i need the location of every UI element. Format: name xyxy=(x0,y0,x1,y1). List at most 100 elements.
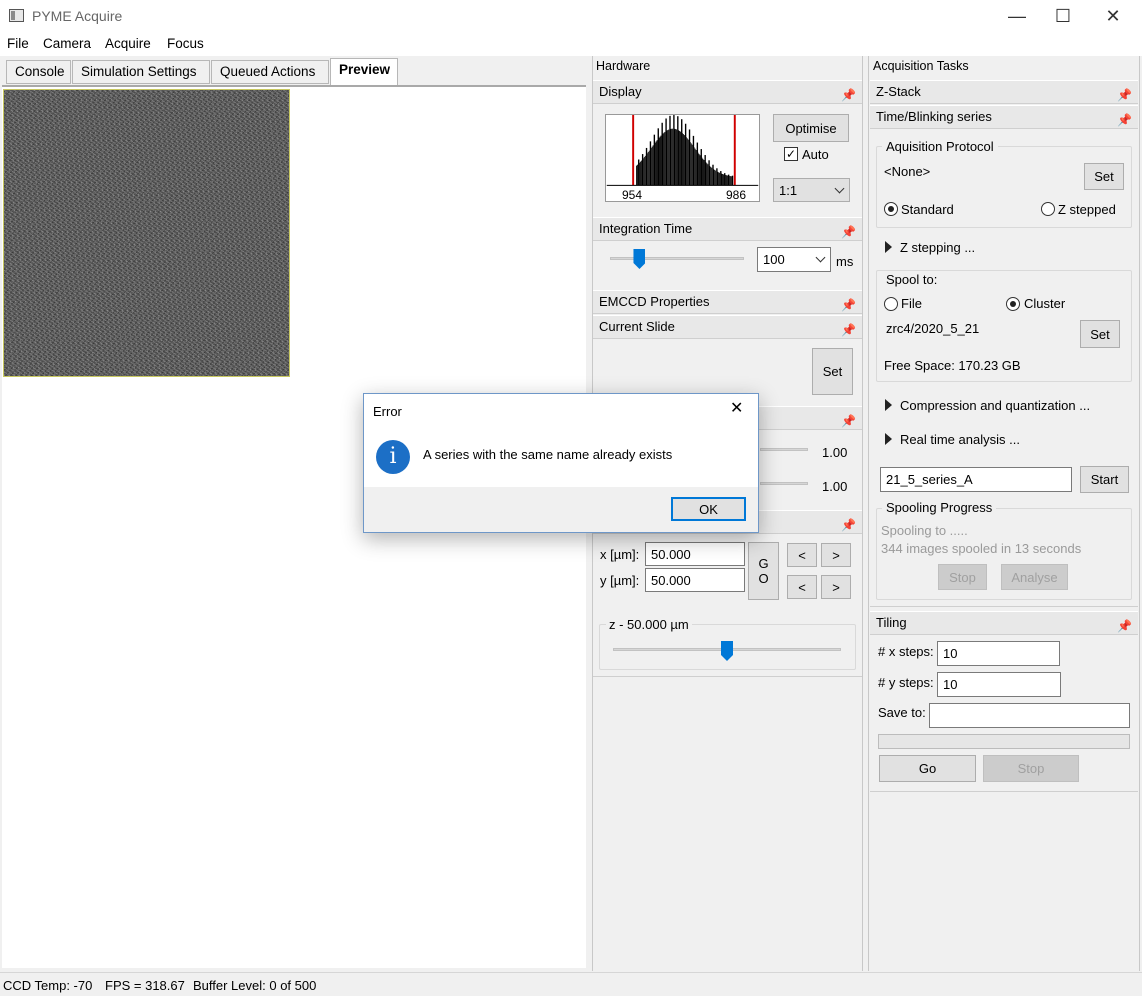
histogram-bar xyxy=(651,146,653,186)
histogram-bar xyxy=(690,143,692,186)
display-panel-header[interactable]: Display 📌 xyxy=(593,80,862,104)
integration-panel-header[interactable]: Integration Time 📌 xyxy=(593,217,862,241)
realtime-analysis-expander[interactable]: Real time analysis ... xyxy=(900,432,1020,447)
analyse-button[interactable]: Analyse xyxy=(1001,564,1068,590)
histogram-bar xyxy=(725,175,727,186)
go-position-button[interactable]: G O xyxy=(748,542,779,600)
histogram-bar xyxy=(667,130,669,186)
menu-file[interactable]: File xyxy=(7,36,29,51)
pin-icon[interactable]: 📌 xyxy=(841,221,856,243)
histogram-bar xyxy=(678,130,679,186)
dialog-close-icon[interactable]: ✕ xyxy=(730,398,743,418)
histogram-bar xyxy=(668,129,670,186)
series-name-input[interactable]: 21_5_series_A xyxy=(880,467,1072,492)
expand-triangle-icon[interactable] xyxy=(885,399,892,411)
buffer-level-status: Buffer Level: 0 of 500 xyxy=(193,978,317,993)
slide-set-button[interactable]: Set xyxy=(812,348,853,395)
histogram-bar xyxy=(652,145,654,186)
error-dialog: Error ✕ i A series with the same name al… xyxy=(363,393,759,533)
z-stepping-expander[interactable]: Z stepping ... xyxy=(900,240,975,255)
standard-radio[interactable] xyxy=(884,202,898,216)
x-decrement-button[interactable]: < xyxy=(787,543,817,567)
hidden-slider-2[interactable] xyxy=(760,482,808,485)
maximize-button[interactable]: ☐ xyxy=(1040,0,1086,32)
histogram-bar xyxy=(725,174,726,186)
histogram-bar xyxy=(706,163,708,186)
pin-icon[interactable]: 📌 xyxy=(841,514,856,536)
start-button[interactable]: Start xyxy=(1080,466,1129,493)
tiling-stop-button[interactable]: Stop xyxy=(983,755,1079,782)
auto-checkbox[interactable]: ✓ xyxy=(784,147,798,161)
expand-triangle-icon[interactable] xyxy=(885,433,892,445)
emccd-panel-header[interactable]: EMCCD Properties 📌 xyxy=(593,290,862,314)
tiling-panel-header[interactable]: Tiling 📌 xyxy=(870,611,1138,635)
histogram-bar xyxy=(659,136,661,186)
histogram-bar xyxy=(675,129,677,186)
y-steps-input[interactable]: 10 xyxy=(937,672,1061,697)
histogram-bar xyxy=(705,162,707,186)
menu-camera[interactable]: Camera xyxy=(43,36,91,51)
tab-preview[interactable]: Preview xyxy=(330,58,398,85)
minimize-button[interactable]: — xyxy=(994,0,1040,32)
menu-focus[interactable]: Focus xyxy=(167,36,204,51)
close-button[interactable]: ✕ xyxy=(1090,0,1136,32)
optimise-button[interactable]: Optimise xyxy=(773,114,849,142)
histogram-bar xyxy=(644,155,646,186)
zstack-panel-header[interactable]: Z-Stack 📌 xyxy=(870,80,1138,104)
histogram-bar xyxy=(710,166,712,186)
histogram-bar xyxy=(728,175,730,186)
pin-icon[interactable]: 📌 xyxy=(1117,109,1132,131)
y-increment-button[interactable]: > xyxy=(821,575,851,599)
pin-icon[interactable]: 📌 xyxy=(841,84,856,106)
tab-console[interactable]: Console xyxy=(6,60,71,84)
ok-button[interactable]: OK xyxy=(671,497,746,521)
app-icon xyxy=(9,9,24,22)
camera-preview-image[interactable] xyxy=(3,89,290,377)
tiling-go-button[interactable]: Go xyxy=(879,755,976,782)
info-icon: i xyxy=(376,440,410,474)
pin-icon[interactable]: 📌 xyxy=(1117,84,1132,106)
histogram-bar xyxy=(637,164,638,186)
dialog-title: Error xyxy=(373,404,402,419)
save-to-input[interactable] xyxy=(929,703,1130,728)
x-increment-button[interactable]: > xyxy=(821,543,851,567)
histogram-bar xyxy=(729,176,731,186)
cluster-label: Cluster xyxy=(1024,296,1066,311)
histogram-bar xyxy=(701,157,703,186)
integration-slider-track[interactable] xyxy=(610,257,744,260)
expand-triangle-icon[interactable] xyxy=(885,241,892,253)
x-steps-input[interactable]: 10 xyxy=(937,641,1060,666)
histogram-bar xyxy=(660,135,662,186)
menu-acquire[interactable]: Acquire xyxy=(105,36,151,51)
histogram-bar xyxy=(703,160,705,186)
histogram-bar xyxy=(679,130,680,186)
histogram-bar xyxy=(672,128,674,186)
tab-queued-actions[interactable]: Queued Actions xyxy=(211,60,329,84)
cluster-radio[interactable] xyxy=(1006,297,1020,311)
spool-path: zrc4/2020_5_21 xyxy=(886,321,980,336)
stop-spooling-button[interactable]: Stop xyxy=(938,564,987,590)
pin-icon[interactable]: 📌 xyxy=(841,319,856,341)
z-stepped-radio[interactable] xyxy=(1041,202,1055,216)
integration-time-select[interactable]: 100 xyxy=(757,247,831,272)
hist-max-label: 986 xyxy=(726,188,747,202)
pin-icon[interactable]: 📌 xyxy=(841,294,856,316)
hidden-slider-1[interactable] xyxy=(760,448,808,451)
zoom-select[interactable]: 1:1 xyxy=(773,178,850,202)
x-position-input[interactable]: 50.000 xyxy=(645,542,745,566)
histogram-bar xyxy=(682,134,684,186)
histogram-bar xyxy=(702,158,704,186)
current-slide-panel-header[interactable]: Current Slide 📌 xyxy=(593,315,862,339)
y-decrement-button[interactable]: < xyxy=(787,575,817,599)
compression-expander[interactable]: Compression and quantization ... xyxy=(900,398,1090,413)
y-position-input[interactable]: 50.000 xyxy=(645,568,745,592)
pin-icon[interactable]: 📌 xyxy=(841,410,856,432)
chevron-down-icon xyxy=(815,252,826,263)
file-radio[interactable] xyxy=(884,297,898,311)
histogram-bar xyxy=(689,142,691,186)
spool-set-button[interactable]: Set xyxy=(1080,320,1120,348)
series-panel-header[interactable]: Time/Blinking series 📌 xyxy=(870,105,1138,129)
protocol-set-button[interactable]: Set xyxy=(1084,163,1124,190)
pin-icon[interactable]: 📌 xyxy=(1117,615,1132,637)
tab-simulation-settings[interactable]: Simulation Settings xyxy=(72,60,210,84)
